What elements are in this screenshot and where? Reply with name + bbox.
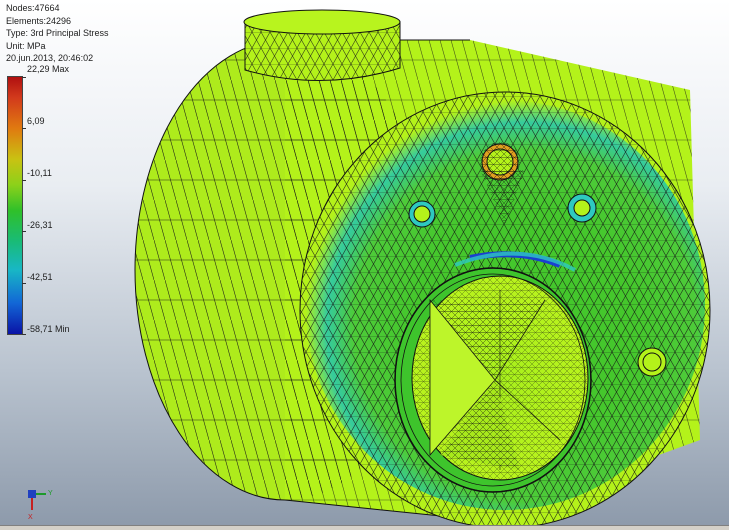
legend-tick — [22, 283, 26, 284]
analysis-info: Nodes:47664 Elements:24296 Type: 3rd Pri… — [6, 2, 109, 65]
legend-label-max: 22,29 Max — [27, 64, 70, 74]
legend-tick — [22, 231, 26, 232]
timestamp: 20.jun.2013, 20:46:02 — [6, 53, 94, 63]
stress-color-legend — [7, 76, 23, 335]
axis-triad[interactable]: Y X — [22, 484, 62, 524]
elements-count: Elements:24296 — [6, 15, 72, 26]
status-bar — [0, 525, 729, 530]
stress-unit: Unit: MPa — [6, 40, 46, 51]
top-nozzle — [243, 9, 401, 82]
legend-label: -42,51 — [27, 272, 53, 282]
legend-label: -10,11 — [27, 168, 52, 178]
legend-label: -26,31 — [27, 220, 53, 230]
legend-tick — [22, 180, 26, 181]
y-axis-label: Y — [48, 490, 53, 497]
legend-label-min: -58,71 Min — [27, 324, 70, 334]
model-viewport[interactable]: Nodes:47664 Elements:24296 Type: 3rd Pri… — [0, 0, 729, 530]
central-bore — [394, 267, 592, 493]
x-axis-label: X — [28, 514, 33, 521]
stress-type: Type: 3rd Principal Stress — [6, 28, 109, 38]
nodes-count: Nodes:47664 — [6, 3, 60, 13]
legend-tick — [22, 334, 26, 335]
legend-label: 6,09 — [27, 116, 45, 126]
legend-tick — [22, 77, 26, 78]
stress-model[interactable] — [0, 0, 729, 530]
legend-tick — [22, 128, 26, 129]
